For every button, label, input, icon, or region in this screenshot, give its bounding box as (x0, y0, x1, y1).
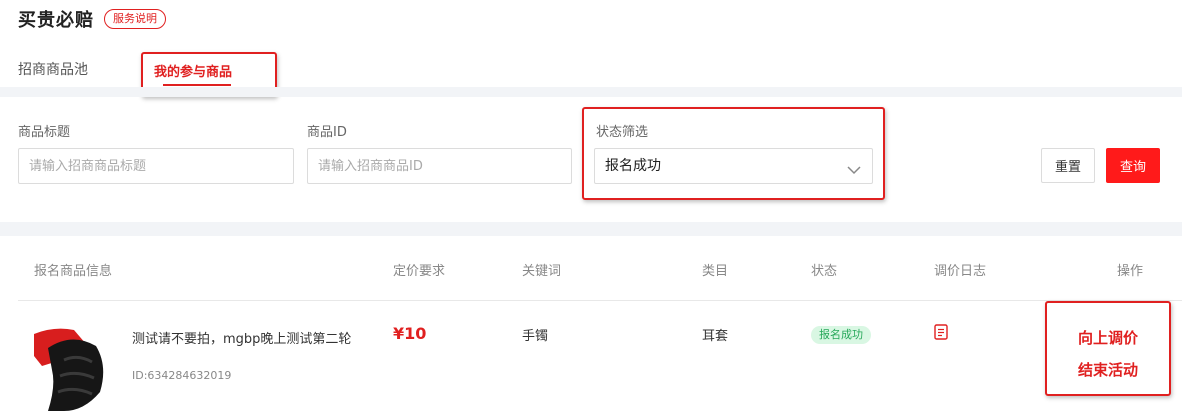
active-tab-underline (163, 84, 231, 86)
section-divider (0, 87, 1182, 97)
column-header-price-requirement: 定价要求 (393, 264, 446, 279)
raise-price-button[interactable]: 向上调价 (1047, 327, 1169, 348)
product-id: ID:634284632019 (132, 369, 232, 382)
page-title: 买贵必赔 (18, 10, 94, 31)
reset-button[interactable]: 重置 (1041, 148, 1095, 183)
tab-product-pool[interactable]: 招商商品池 (18, 59, 108, 79)
section-divider (0, 222, 1182, 236)
status-select-value: 报名成功 (605, 158, 661, 174)
id-filter-label: 商品ID (307, 125, 347, 140)
service-description-button[interactable]: 服务说明 (104, 9, 166, 29)
id-search-input[interactable] (307, 148, 572, 184)
end-activity-button[interactable]: 结束活动 (1047, 359, 1169, 380)
header: 买贵必赔 服务说明 (18, 6, 166, 32)
document-icon[interactable] (934, 324, 948, 344)
title-filter-label: 商品标题 (18, 125, 71, 140)
status-badge: 报名成功 (811, 326, 871, 344)
column-header-category: 类目 (702, 264, 729, 279)
status-filter-label: 状态筛选 (596, 125, 649, 140)
column-header-price-log: 调价日志 (934, 264, 987, 279)
status-filter-group: 状态筛选 报名成功 (582, 107, 885, 200)
keyword-value: 手镯 (522, 329, 549, 344)
column-header-product-info: 报名商品信息 (34, 264, 113, 279)
column-header-action: 操作 (1117, 264, 1144, 279)
price-requirement: ¥10 (393, 324, 427, 343)
action-group: 向上调价 结束活动 (1045, 301, 1171, 396)
product-title: 测试请不要拍，mgbp晚上测试第二轮 (132, 332, 352, 347)
query-button[interactable]: 查询 (1106, 148, 1160, 183)
tab-bar: 招商商品池 (18, 52, 108, 78)
title-search-input[interactable] (18, 148, 294, 184)
category-value: 耳套 (702, 329, 729, 344)
column-header-status: 状态 (811, 264, 838, 279)
tab-my-products-label: 我的参与商品 (154, 65, 233, 80)
status-select[interactable]: 报名成功 (594, 148, 873, 184)
column-header-keyword: 关键词 (522, 264, 562, 279)
product-image (34, 326, 110, 411)
chevron-down-icon (846, 157, 862, 191)
table-header-divider (18, 300, 1182, 301)
